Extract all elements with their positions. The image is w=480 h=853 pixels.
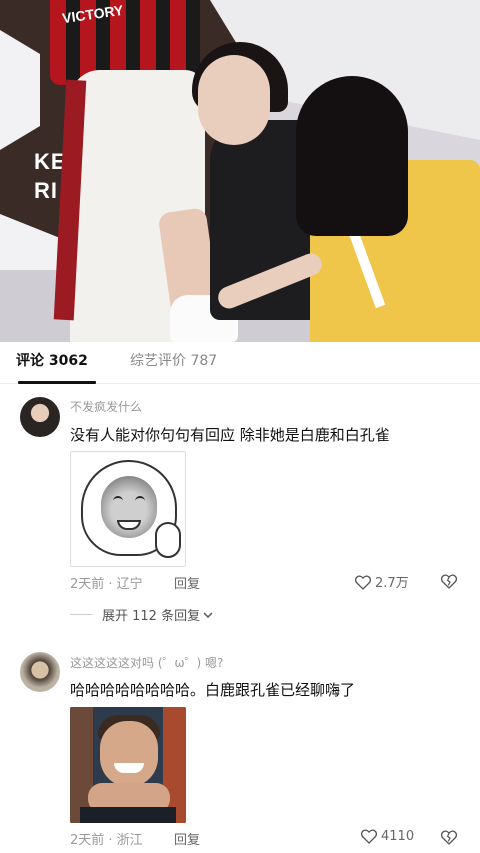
comment-meta: 2天前 · 浙江 (70, 833, 143, 848)
tab-comments[interactable]: 评论 3062 (16, 342, 96, 384)
sticker-eye (113, 496, 123, 502)
avatar[interactable] (20, 652, 60, 692)
comment-text: 没有人能对你句句有回应 除非她是白鹿和白孔雀 (70, 426, 390, 444)
laughing-man-photo[interactable] (70, 707, 186, 823)
comment-username[interactable]: 不发疯发什么 (70, 398, 142, 415)
comment-username[interactable]: 这这这这这对吗 (゜ω゜) 嗯? (70, 654, 223, 671)
person-face (198, 55, 270, 145)
person-long-hair (296, 76, 408, 236)
avatar[interactable] (20, 397, 60, 437)
sticker-eye (135, 496, 145, 502)
heart-icon (360, 829, 378, 844)
broken-heart-icon[interactable] (440, 829, 458, 845)
heart-icon (354, 575, 372, 590)
video-frame[interactable]: KE RI VICTORY (0, 0, 480, 342)
broken-heart-icon[interactable] (440, 573, 458, 589)
backdrop-text: RI (34, 178, 58, 203)
active-tab-underline (18, 381, 96, 384)
like-button[interactable]: 2.7万 (354, 572, 409, 591)
comment-meta: 2天前 · 辽宁 (70, 577, 143, 592)
like-button[interactable]: 4110 (360, 828, 414, 844)
tab-label: 评论 3062 (16, 353, 88, 369)
reply-button[interactable]: 回复 (174, 829, 200, 848)
expand-replies-label: 展开 112 条回复 (102, 609, 201, 624)
sticker-hand (155, 522, 181, 558)
comment-text: 哈哈哈哈哈哈哈哈。白鹿跟孔雀已经聊嗨了 (70, 681, 356, 699)
tab-label: 综艺评价 787 (130, 353, 218, 369)
tab-variety-ratings[interactable]: 综艺评价 787 (130, 342, 217, 384)
chevron-down-icon (203, 611, 213, 618)
reply-button[interactable]: 回复 (174, 573, 200, 592)
comment-tabs: 评论 3062 综艺评价 787 (0, 342, 480, 384)
like-count: 2.7万 (375, 576, 409, 591)
photo-face (100, 721, 158, 787)
like-count: 4110 (381, 828, 415, 844)
divider-line (70, 614, 92, 615)
photo-shirt (80, 807, 176, 823)
meme-face-sticker[interactable] (70, 451, 186, 567)
expand-replies[interactable]: 展开 112 条回复 (70, 605, 213, 624)
